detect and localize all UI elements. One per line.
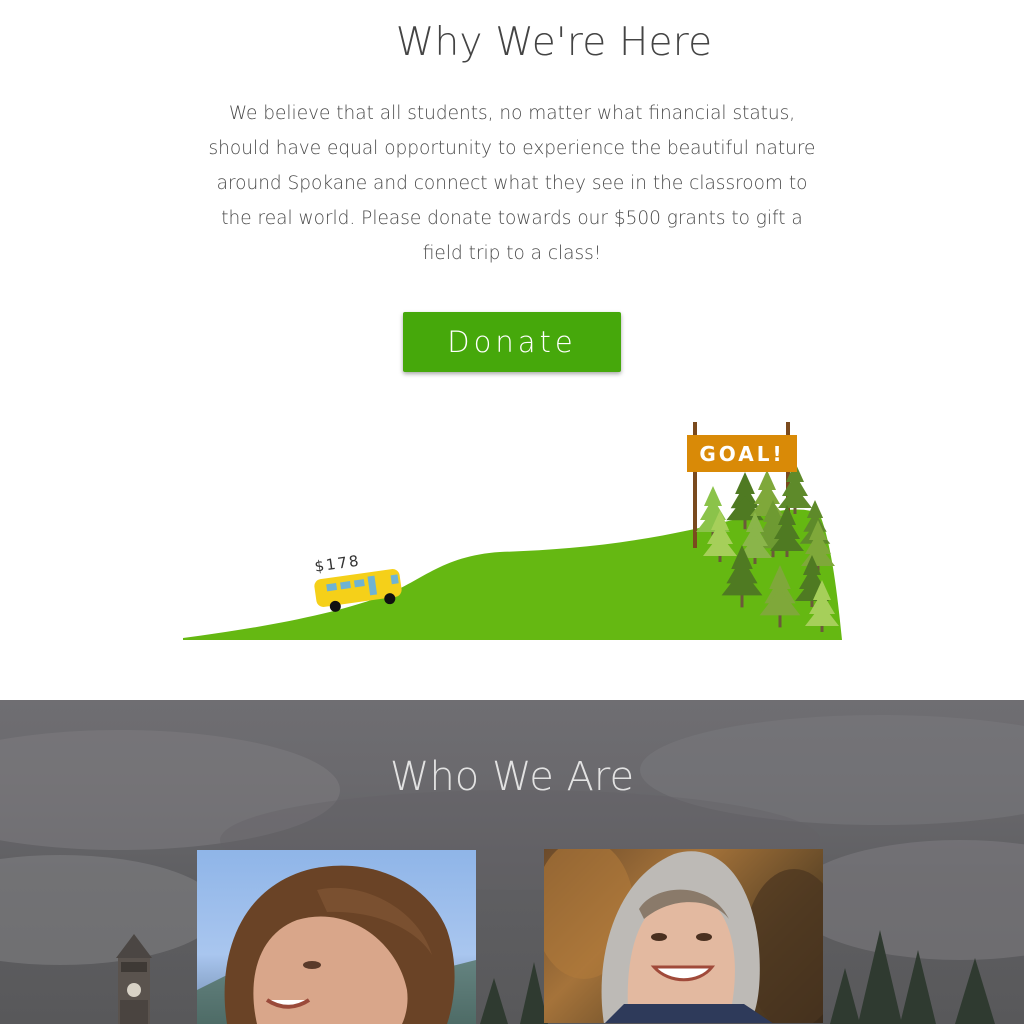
- fundraising-progress-illustration: GOAL! $178: [183, 422, 842, 640]
- why-title: Why We're Here: [395, 20, 713, 65]
- team-member-photo-1: [197, 850, 476, 1024]
- donate-button[interactable]: Donate: [403, 312, 621, 372]
- school-bus-marker: $178: [313, 551, 402, 612]
- who-we-are-section: Who We Are: [0, 700, 1024, 1024]
- team-member-photo-2: [544, 849, 823, 1023]
- goal-sign: GOAL!: [687, 435, 797, 472]
- pine-tree: [778, 486, 812, 508]
- cloudy-sky-background: [0, 715, 1024, 1024]
- why-description: We believe that all students, no matter …: [208, 103, 816, 264]
- why-section: Why We're Here We believe that all stude…: [0, 0, 1024, 700]
- who-title: Who We Are: [389, 754, 635, 800]
- goal-label: GOAL!: [699, 442, 784, 466]
- raised-amount-label: $178: [313, 551, 361, 575]
